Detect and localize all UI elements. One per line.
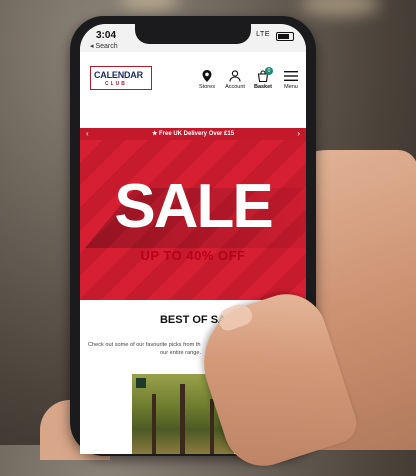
- stores-button[interactable]: Stores: [192, 70, 222, 90]
- logo-line2: CLUB: [105, 81, 127, 87]
- basket-button[interactable]: 0 Basket: [248, 67, 278, 90]
- map-pin-icon: [202, 70, 212, 82]
- promo-strip: ‹ ★ Free UK Delivery Over £15 ›: [80, 128, 306, 140]
- section-description-line2: our entire range.: [160, 350, 202, 356]
- site-header: CALENDAR CLUB Stores Account 0 Basket Me…: [80, 52, 306, 152]
- section-description-line1: Check out some of our favourite picks fr…: [88, 342, 201, 348]
- promo-next-arrow-icon[interactable]: ›: [297, 129, 300, 138]
- status-time: 3:04: [96, 30, 117, 41]
- basket-count-badge: 0: [265, 67, 273, 75]
- basket-label: Basket: [253, 84, 273, 90]
- back-to-search-link[interactable]: ◂ Search: [90, 42, 118, 50]
- carrier-label: LTE: [256, 31, 270, 38]
- menu-label: Menu: [284, 84, 298, 90]
- sale-headline: SALE: [114, 172, 273, 241]
- hamburger-menu-icon: [284, 71, 298, 81]
- account-label: Account: [225, 84, 245, 90]
- sale-banner[interactable]: SALE UP TO 40% OFF: [80, 140, 306, 300]
- user-icon: [229, 70, 241, 82]
- sale-discount-text: UP TO 40% OFF: [140, 248, 246, 263]
- notch: [135, 24, 251, 44]
- account-button[interactable]: Account: [220, 70, 250, 90]
- tree-trunk: [210, 399, 214, 454]
- star-icon: ★: [151, 131, 158, 137]
- national-trust-logo-icon: [136, 378, 146, 388]
- menu-button[interactable]: Menu: [276, 70, 306, 90]
- logo-line1: CALENDAR: [94, 70, 143, 80]
- calendar-club-logo[interactable]: CALENDAR CLUB: [90, 66, 152, 90]
- tree-trunk: [180, 384, 185, 454]
- tree-trunk: [152, 394, 156, 454]
- promo-text: ★ Free UK Delivery Over £15: [80, 130, 306, 137]
- free-delivery-text: Free UK Delivery Over £15: [159, 131, 235, 137]
- stores-label: Stores: [199, 84, 215, 90]
- battery-icon: [276, 32, 294, 41]
